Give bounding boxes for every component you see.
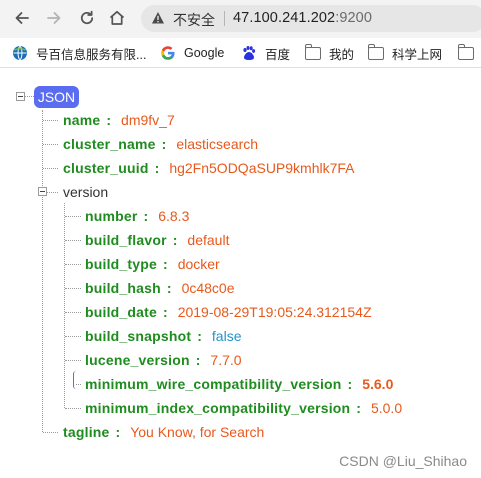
json-object-version[interactable]: version xyxy=(63,182,108,202)
json-key: version xyxy=(63,184,109,200)
tree-connector xyxy=(65,264,81,265)
version-collapse-toggle[interactable] xyxy=(38,187,47,196)
json-field-build-hash: build_hash:0c48c0e xyxy=(85,280,235,296)
json-value[interactable]: 7.7.0 xyxy=(210,352,241,368)
watermark-text: CSDN @Liu_Shihao xyxy=(339,453,467,469)
json-field-build-flavor: build_flavor: default xyxy=(85,232,230,248)
json-key: build_date xyxy=(85,304,158,320)
json-field-build-type: build_type: docker xyxy=(85,256,220,272)
company-globe-icon xyxy=(13,45,27,61)
bookmark-label: 我的 xyxy=(329,47,355,62)
url-host: 47.100.241.202 xyxy=(233,10,336,26)
reload-icon[interactable] xyxy=(76,7,98,29)
url-port: :9200 xyxy=(335,10,372,26)
tree-connector xyxy=(25,96,34,97)
browser-toolbar: 不安全 47.100.241.202:9200 xyxy=(0,0,481,38)
json-key: name xyxy=(63,112,101,128)
warning-triangle-icon[interactable] xyxy=(151,11,165,25)
home-icon[interactable] xyxy=(106,7,128,29)
folder-icon xyxy=(304,43,321,60)
bookmark-company[interactable]: 号百信息服务有限... xyxy=(12,45,147,62)
tree-connector xyxy=(64,203,65,408)
json-field-cluster-uuid: cluster_uuid: hg2Fn5ODQaSUP9kmhlk7FA xyxy=(63,160,355,176)
json-key: build_hash xyxy=(85,280,161,296)
hover-highlight-marker xyxy=(73,371,77,389)
json-key: tagline xyxy=(63,424,110,440)
tree-connector xyxy=(43,168,58,169)
tree-connector xyxy=(65,408,81,409)
json-root-badge[interactable]: JSON xyxy=(34,86,79,108)
bookmark-label: 百度 xyxy=(265,47,291,62)
json-field-name: name: dm9fv_7 xyxy=(63,112,175,128)
url-text[interactable]: 47.100.241.202:9200 xyxy=(233,10,372,26)
bookmark-google[interactable]: Google xyxy=(160,45,224,61)
address-divider xyxy=(224,11,225,26)
json-field-number: number:6.8.3 xyxy=(85,208,190,224)
json-value[interactable]: default xyxy=(187,232,229,248)
json-field-tagline: tagline: You Know, for Search xyxy=(63,424,265,440)
json-field-cluster-name: cluster_name: elasticsearch xyxy=(63,136,259,152)
address-bar[interactable]: 不安全 47.100.241.202:9200 xyxy=(141,5,481,32)
bookmark-label: Google xyxy=(184,46,225,60)
json-key: build_snapshot xyxy=(85,328,192,344)
json-key: minimum_index_compatibility_version xyxy=(85,400,351,416)
back-arrow-icon[interactable] xyxy=(11,7,33,29)
tree-connector xyxy=(65,216,81,217)
bookmarks-bar: 号百信息服务有限... Google 百度 我的 科学上网 xyxy=(0,38,481,68)
json-value[interactable]: false xyxy=(212,328,242,344)
tree-connector xyxy=(43,120,58,121)
forward-arrow-icon[interactable] xyxy=(43,7,65,29)
bookmark-label: 科学上网 xyxy=(392,47,443,62)
tree-connector xyxy=(65,240,81,241)
tree-connector xyxy=(42,110,43,432)
json-field-min-wire-compat: minimum_wire_compatibility_version:5.6.0 xyxy=(85,376,394,392)
bookmark-baidu[interactable]: 百度 xyxy=(241,45,291,62)
json-value[interactable]: docker xyxy=(178,256,220,272)
bookmark-folder-overflow[interactable] xyxy=(457,43,481,61)
json-value[interactable]: dm9fv_7 xyxy=(121,112,175,128)
google-icon xyxy=(161,46,175,60)
root-collapse-toggle[interactable] xyxy=(16,92,25,101)
json-field-build-date: build_date:2019-08-29T19:05:24.312154Z xyxy=(85,304,372,320)
json-field-min-index-compat: minimum_index_compatibility_version:5.0.… xyxy=(85,400,403,416)
json-key: minimum_wire_compatibility_version xyxy=(85,376,342,392)
json-key: cluster_name xyxy=(63,136,156,152)
json-value[interactable]: 5.6.0 xyxy=(362,376,393,392)
tree-connector xyxy=(65,336,81,337)
bookmark-folder-science[interactable]: 科学上网 xyxy=(367,43,443,62)
json-value[interactable]: elasticsearch xyxy=(176,136,258,152)
folder-icon xyxy=(457,43,474,60)
json-value[interactable]: 0c48c0e xyxy=(182,280,235,296)
json-tree-viewer: JSON name: dm9fv_7 cluster_name: elasticse… xyxy=(0,67,481,478)
json-key: lucene_version xyxy=(85,352,190,368)
baidu-paw-icon xyxy=(243,46,256,60)
json-value[interactable]: 6.8.3 xyxy=(158,208,189,224)
folder-icon xyxy=(367,43,384,60)
json-value[interactable]: 5.0.0 xyxy=(371,400,402,416)
json-key: build_type xyxy=(85,256,158,272)
json-value[interactable]: You Know, for Search xyxy=(130,424,264,440)
tree-connector xyxy=(65,312,81,313)
bookmark-label: 号百信息服务有限... xyxy=(36,47,147,62)
json-key: cluster_uuid xyxy=(63,160,149,176)
tree-connector xyxy=(43,432,58,433)
tree-connector xyxy=(65,360,81,361)
json-key: build_flavor xyxy=(85,232,167,248)
security-status-text[interactable]: 不安全 xyxy=(173,10,215,30)
json-field-lucene-version: lucene_version:7.7.0 xyxy=(85,352,242,368)
tree-connector xyxy=(43,144,58,145)
json-key: number xyxy=(85,208,138,224)
tree-connector xyxy=(65,288,81,289)
json-field-build-snapshot: build_snapshot: false xyxy=(85,328,242,344)
tree-connector xyxy=(47,192,58,193)
json-value[interactable]: 2019-08-29T19:05:24.312154Z xyxy=(178,304,372,320)
bookmark-folder-mine[interactable]: 我的 xyxy=(304,43,355,62)
json-value[interactable]: hg2Fn5ODQaSUP9kmhlk7FA xyxy=(169,160,354,176)
